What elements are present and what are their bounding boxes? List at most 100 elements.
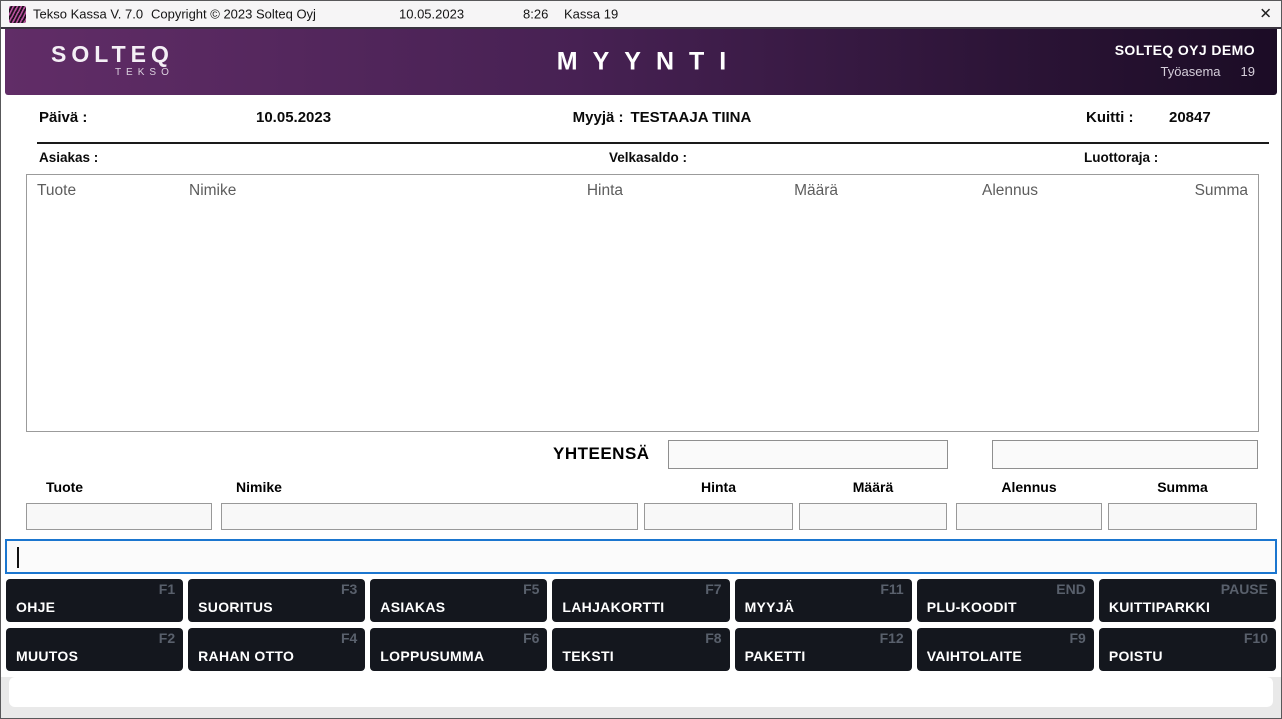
fkey-shortcut: F1 <box>158 581 176 597</box>
copyright-text: Copyright © 2023 Solteq Oyj <box>151 6 316 22</box>
info-row-primary: Päivä : 10.05.2023 Myyjä : TESTAAJA TIIN… <box>1 95 1281 142</box>
paketti-button[interactable]: F12 PAKETTI <box>734 628 912 671</box>
seller-value: TESTAAJA TIINA <box>630 109 752 126</box>
entry-label-hinta: Hinta <box>701 479 736 495</box>
command-input-wrap <box>5 539 1277 574</box>
fkey-label: POISTU <box>1108 648 1163 664</box>
fkey-shortcut: F9 <box>1069 630 1086 646</box>
fkey-label: LAHJAKORTTI <box>562 599 665 615</box>
titlebar-register: Kassa 19 <box>564 6 619 22</box>
fkey-shortcut: F10 <box>1243 630 1268 646</box>
window-title: Tekso Kassa V. 7.0 <box>33 6 144 22</box>
fkey-shortcut: F5 <box>523 581 540 597</box>
fkey-label: LOPPUSUMMA <box>380 648 485 664</box>
teksti-button[interactable]: F8 TEKSTI <box>552 628 730 671</box>
close-button[interactable]: ✕ <box>1259 6 1272 22</box>
fkey-label: ASIAKAS <box>380 599 446 615</box>
entry-field-hinta[interactable] <box>644 503 793 530</box>
workstation-label: Työasema <box>1160 64 1221 79</box>
entry-label-nimike: Nimike <box>236 479 282 495</box>
vaihtolaite-button[interactable]: F9 VAIHTOLAITE <box>916 628 1094 671</box>
fkey-label: PAKETTI <box>744 648 806 664</box>
credit-limit-label: Luottoraja : <box>1084 150 1159 165</box>
muutos-button[interactable]: F2 MUUTOS <box>6 628 184 671</box>
column-header-maara: Määrä <box>794 182 838 199</box>
titlebar-time: 8:26 <box>523 6 549 22</box>
entry-field-maara[interactable] <box>799 503 947 530</box>
myyja-button[interactable]: F11 MYYJÄ <box>734 579 912 622</box>
solteq-logo: SOLTEQ TEKSO <box>51 42 174 78</box>
ohje-button[interactable]: F1 OHJE <box>6 579 184 622</box>
loppusumma-button[interactable]: F6 LOPPUSUMMA <box>370 628 548 671</box>
column-header-tuote: Tuote <box>37 182 77 199</box>
receipt-number: 20847 <box>1169 109 1211 126</box>
rahan-otto-button[interactable]: F4 RAHAN OTTO <box>188 628 366 671</box>
app-icon <box>9 6 26 23</box>
fkey-shortcut: F2 <box>158 630 176 646</box>
header-right: SOLTEQ OYJ DEMO Työasema 19 <box>1115 42 1255 79</box>
fkey-label: MYYJÄ <box>744 599 795 615</box>
fkey-shortcut: F7 <box>705 581 722 597</box>
function-key-panel: F1 OHJE F3 SUORITUS F5 ASIAKAS F7 LAHJAK… <box>6 579 1276 671</box>
poistu-button[interactable]: F10 POISTU <box>1098 628 1276 671</box>
entry-field-nimike[interactable] <box>221 503 638 530</box>
debt-balance-label: Velkasaldo : <box>608 150 688 165</box>
sales-table: Tuote Nimike Hinta Määrä Alennus Summa <box>26 174 1259 432</box>
column-header-alennus: Alennus <box>981 182 1038 199</box>
fkey-shortcut: F12 <box>879 630 904 646</box>
fkey-shortcut: F3 <box>340 581 358 597</box>
entry-label-alennus: Alennus <box>1001 479 1057 495</box>
logo-subtext: TEKSO <box>114 67 174 78</box>
fkey-label: VAIHTOLAITE <box>926 648 1023 664</box>
titlebar-date: 10.05.2023 <box>399 6 465 22</box>
suoritus-button[interactable]: F3 SUORITUS <box>188 579 366 622</box>
fkey-label: OHJE <box>16 599 56 615</box>
secondary-amount-field[interactable] <box>992 440 1258 469</box>
kuittiparkki-button[interactable]: PAUSE KUITTIPARKKI <box>1098 579 1276 622</box>
fkey-shortcut: END <box>1056 581 1086 597</box>
fkey-label: SUORITUS <box>198 599 273 615</box>
fkey-shortcut: F8 <box>705 630 722 646</box>
entry-field-tuote[interactable] <box>26 503 212 530</box>
fkey-label: MUUTOS <box>16 648 79 664</box>
column-header-nimike: Nimike <box>189 182 237 199</box>
sales-table-header: Tuote Nimike Hinta Määrä Alennus Summa <box>27 175 1258 200</box>
logo-text: SOLTEQ <box>51 41 174 67</box>
total-label: YHTEENSÄ <box>553 444 650 463</box>
lahjakortti-button[interactable]: F7 LAHJAKORTTI <box>552 579 730 622</box>
fkey-label: PLU-KOODIT <box>926 599 1017 615</box>
workstation-number: 19 <box>1240 64 1255 79</box>
status-bar <box>9 677 1273 707</box>
fkey-label: KUITTIPARKKI <box>1108 599 1211 615</box>
fkey-label: TEKSTI <box>562 648 615 664</box>
column-header-hinta: Hinta <box>586 182 623 199</box>
bottom-strip <box>1 677 1281 718</box>
asiakas-button[interactable]: F5 ASIAKAS <box>370 579 548 622</box>
plu-koodit-button[interactable]: END PLU-KOODIT <box>916 579 1094 622</box>
titlebar: Tekso Kassa V. 7.0 Copyright © 2023 Solt… <box>1 1 1281 29</box>
seller-info: Myyjä : TESTAAJA TIINA <box>573 109 752 126</box>
app-window: Tekso Kassa V. 7.0 Copyright © 2023 Solt… <box>0 0 1282 719</box>
seller-label: Myyjä : <box>572 109 624 126</box>
entry-section: Tuote Nimike Hinta Määrä Alennus Summa <box>1 479 1281 530</box>
entry-field-summa[interactable] <box>1108 503 1257 530</box>
entry-label-maara: Määrä <box>852 479 894 495</box>
total-amount-field[interactable] <box>668 440 948 469</box>
function-key-row-2: F2 MUUTOS F4 RAHAN OTTO F6 LOPPUSUMMA F8… <box>6 628 1276 671</box>
function-key-row-1: F1 OHJE F3 SUORITUS F5 ASIAKAS F7 LAHJAK… <box>6 579 1276 622</box>
date-label: Päivä : <box>39 109 88 126</box>
info-row-secondary: Asiakas : Velkasaldo : Luottoraja : <box>1 144 1281 174</box>
date-value: 10.05.2023 <box>256 109 332 126</box>
command-input[interactable] <box>7 541 1275 572</box>
customer-label: Asiakas : <box>39 150 99 165</box>
page-title: MYYNTI <box>556 47 742 76</box>
company-name: SOLTEQ OYJ DEMO <box>1114 42 1255 58</box>
totals-row: YHTEENSÄ <box>1 440 1281 470</box>
text-caret <box>17 547 19 568</box>
fkey-label: RAHAN OTTO <box>198 648 295 664</box>
fkey-shortcut: F6 <box>523 630 540 646</box>
entry-field-alennus[interactable] <box>956 503 1102 530</box>
entry-label-tuote: Tuote <box>46 479 84 495</box>
fkey-shortcut: F11 <box>880 581 904 597</box>
entry-label-summa: Summa <box>1157 479 1208 495</box>
